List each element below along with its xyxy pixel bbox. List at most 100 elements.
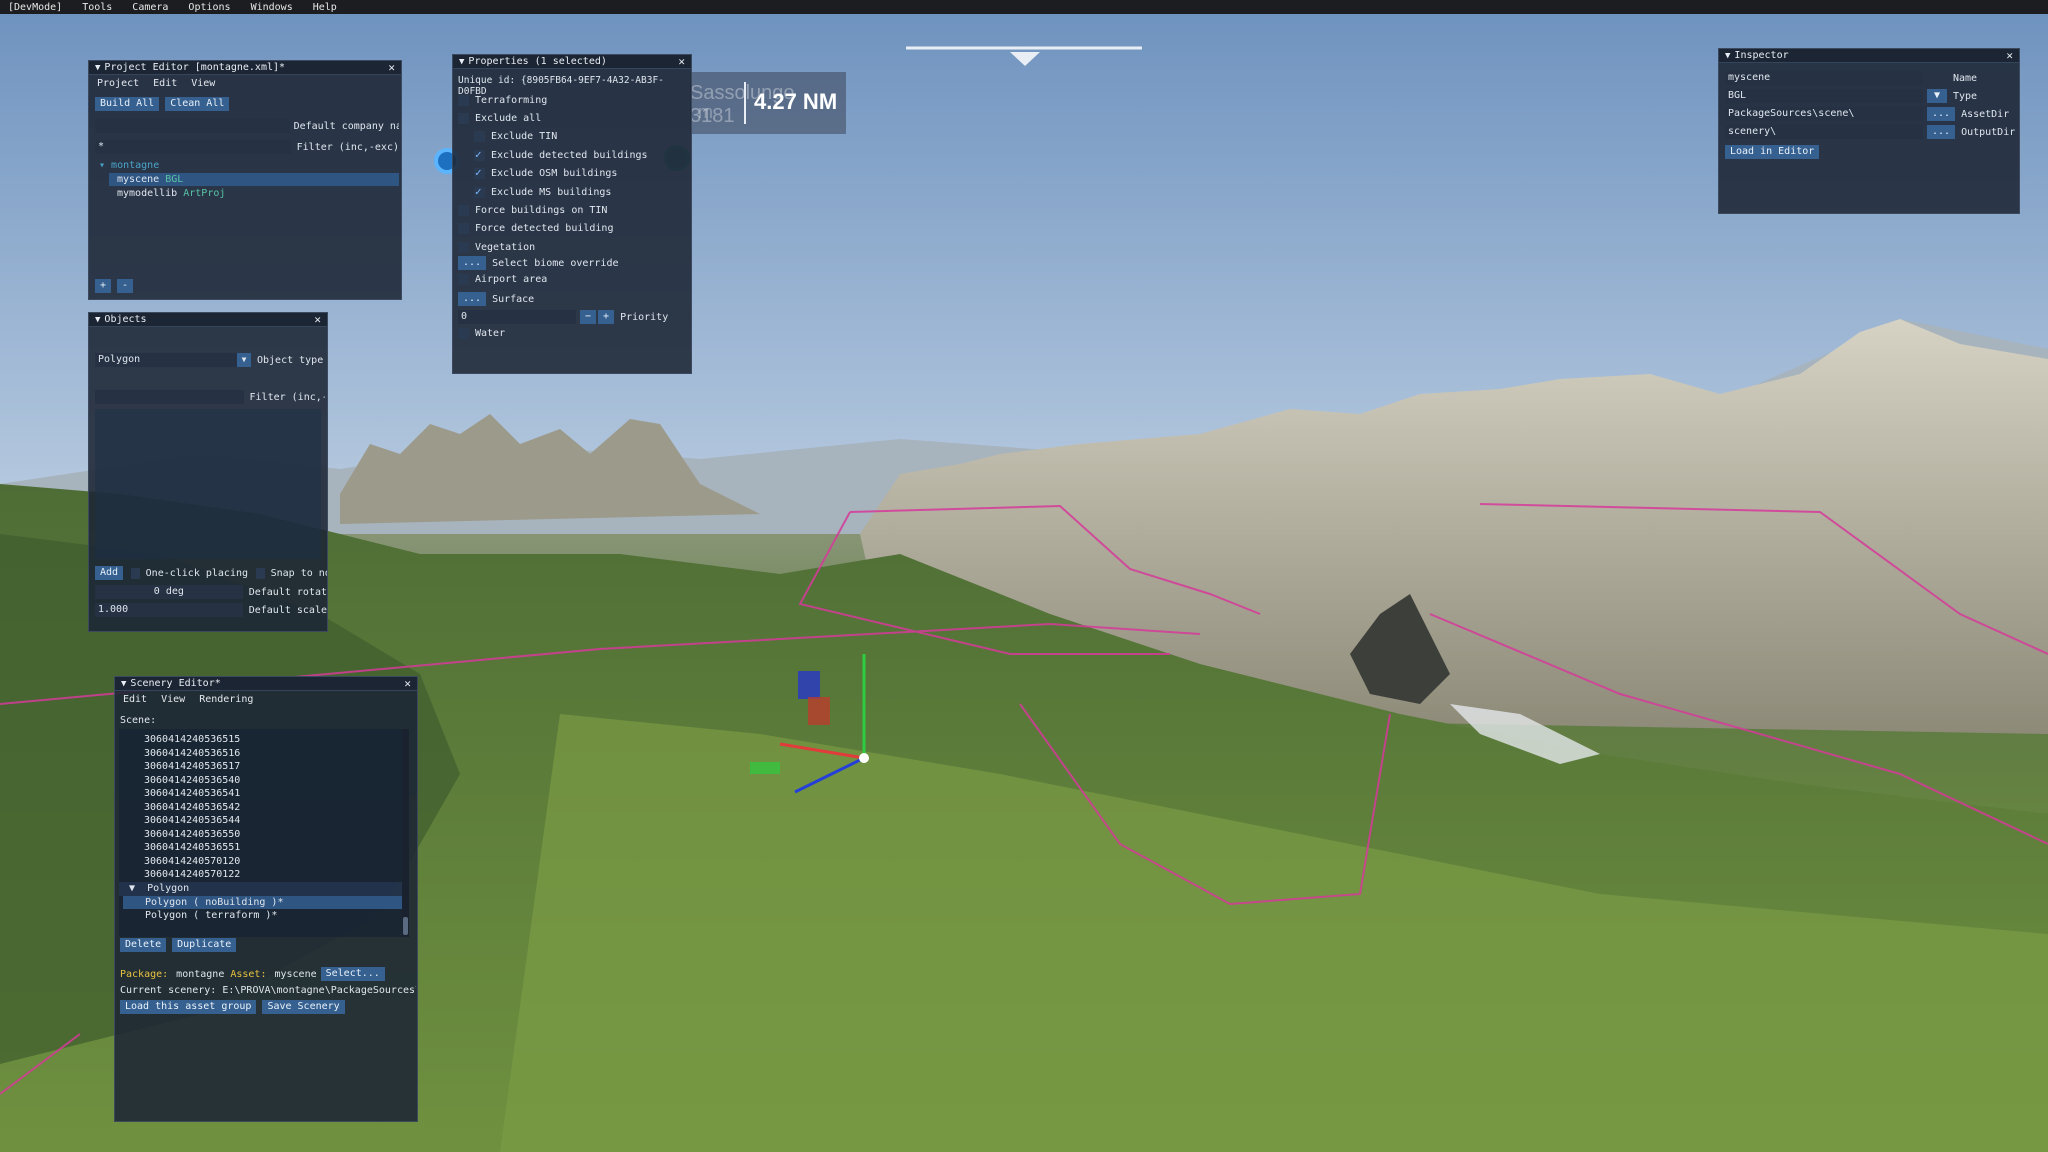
priority-increment-button[interactable]: + — [598, 310, 615, 324]
scene-list-item[interactable]: 3060414240570122 — [144, 868, 409, 882]
close-icon[interactable]: ✕ — [404, 677, 411, 690]
priority-decrement-button[interactable]: − — [580, 310, 597, 324]
scene-list-item[interactable]: 3060414240536544 — [144, 814, 409, 828]
scenery-editor-titlebar[interactable]: ▼ Scenery Editor* ✕ — [115, 677, 417, 691]
property-option[interactable]: Force detected building — [458, 220, 686, 238]
scene-list-item[interactable]: 3060414240536516 — [144, 747, 409, 761]
one-click-checkbox[interactable] — [131, 567, 140, 579]
scene-list-item[interactable]: 3060414240536540 — [144, 774, 409, 788]
checkbox[interactable] — [458, 223, 469, 235]
tree-item-myscene[interactable]: myscene BGL — [109, 173, 399, 186]
collapse-icon[interactable]: ▼ — [1725, 51, 1730, 61]
water-checkbox[interactable] — [458, 328, 469, 339]
delete-button[interactable]: Delete — [120, 938, 167, 952]
menu-view[interactable]: View — [161, 694, 185, 705]
object-type-select[interactable]: Polygon ▼ — [95, 353, 251, 367]
company-input[interactable] — [95, 119, 290, 133]
load-asset-group-button[interactable]: Load this asset group — [120, 1000, 257, 1014]
close-icon[interactable]: ✕ — [2006, 49, 2013, 62]
checkbox[interactable] — [474, 166, 485, 180]
property-option[interactable]: Exclude MS buildings — [458, 183, 686, 201]
inspector-browse-button[interactable]: ... — [1927, 125, 1956, 139]
properties-titlebar[interactable]: ▼ Properties (1 selected) ✕ — [453, 55, 691, 69]
inspector-field[interactable]: scenery\ — [1725, 125, 1923, 139]
property-option[interactable]: Exclude OSM buildings — [458, 165, 686, 183]
menu-rendering[interactable]: Rendering — [199, 694, 253, 705]
collapse-icon[interactable]: ▼ — [121, 679, 126, 689]
inspector-browse-button[interactable]: ... — [1927, 107, 1956, 121]
project-filter-input[interactable]: * — [95, 140, 291, 154]
menu-options[interactable]: Options — [188, 2, 230, 13]
menu-windows[interactable]: Windows — [251, 2, 293, 13]
scene-list-item[interactable]: 3060414240536550 — [144, 828, 409, 842]
inspector-field[interactable]: PackageSources\scene\ — [1725, 107, 1923, 121]
property-option[interactable]: Force buildings on TIN — [458, 201, 686, 219]
checkbox[interactable] — [458, 241, 469, 253]
checkbox[interactable] — [458, 94, 469, 106]
checkbox[interactable] — [458, 205, 469, 217]
property-option[interactable]: Exclude TIN — [458, 128, 686, 146]
surface-select-button[interactable]: ... — [458, 292, 487, 306]
clean-all-button[interactable]: Clean All — [165, 97, 230, 111]
inspector-browse-button[interactable]: ▼ — [1927, 89, 1947, 103]
scene-item-nobuilding[interactable]: Polygon ( noBuilding )* — [123, 895, 409, 909]
chevron-down-icon[interactable]: ▼ — [237, 353, 251, 367]
duplicate-button[interactable]: Duplicate — [172, 938, 237, 952]
close-icon[interactable]: ✕ — [388, 61, 395, 74]
menu-help[interactable]: Help — [313, 2, 337, 13]
objects-titlebar[interactable]: ▼ Objects ✕ — [89, 313, 327, 327]
scene-list-item[interactable]: 3060414240570120 — [144, 855, 409, 869]
collapse-icon[interactable]: ▼ — [95, 63, 100, 73]
scene-list-item[interactable]: 3060414240536551 — [144, 841, 409, 855]
scene-scrollbar[interactable] — [402, 729, 409, 937]
project-editor-titlebar[interactable]: ▼ Project Editor [montagne.xml]* ✕ — [89, 61, 401, 75]
menu-view[interactable]: View — [191, 78, 215, 89]
close-icon[interactable]: ✕ — [678, 55, 685, 68]
add-item-button[interactable]: + — [95, 279, 112, 293]
scene-item-terraform[interactable]: Polygon ( terraform )* — [123, 909, 409, 922]
scene-list-item[interactable]: 3060414240536517 — [144, 760, 409, 774]
scene-list-item[interactable]: 3060414240536542 — [144, 801, 409, 815]
save-scenery-button[interactable]: Save Scenery — [262, 1000, 345, 1014]
object-list[interactable] — [95, 409, 321, 559]
checkbox[interactable] — [458, 113, 469, 125]
checkbox[interactable] — [474, 148, 485, 161]
remove-item-button[interactable]: - — [117, 279, 134, 293]
select-asset-button[interactable]: Select... — [320, 967, 385, 981]
menu-devmode[interactable]: [DevMode] — [8, 2, 62, 13]
menu-edit[interactable]: Edit — [153, 78, 177, 89]
checkbox[interactable] — [474, 131, 485, 143]
add-object-button[interactable]: Add — [95, 566, 124, 580]
inspector-field[interactable]: myscene — [1725, 71, 1923, 85]
menu-tools[interactable]: Tools — [82, 2, 112, 13]
airport-checkbox[interactable] — [458, 274, 469, 285]
tree-item-mymodellib[interactable]: mymodellib ArtProj — [109, 187, 399, 200]
tree-root[interactable]: ▾ montagne — [99, 160, 399, 171]
snap-checkbox[interactable] — [256, 567, 265, 579]
scene-tree[interactable]: 3060414240536515 3060414240536516 30604142… — [119, 729, 409, 937]
object-filter-input[interactable] — [95, 390, 244, 404]
menu-project[interactable]: Project — [97, 78, 139, 89]
scene-list-item[interactable]: 3060414240536541 — [144, 787, 409, 801]
scene-list-item[interactable]: 3060414240536515 — [144, 733, 409, 747]
close-icon[interactable]: ✕ — [314, 313, 321, 326]
collapse-icon[interactable]: ▼ — [95, 315, 100, 325]
inspector-field[interactable]: BGL — [1725, 89, 1923, 103]
scale-input[interactable]: 1.000 — [95, 603, 243, 617]
priority-input[interactable]: 0 — [458, 310, 576, 324]
property-option[interactable]: Exclude detected buildings — [458, 146, 686, 164]
rotation-input[interactable]: 0 deg — [95, 585, 243, 599]
property-option[interactable]: Terraforming — [458, 91, 686, 109]
inspector-titlebar[interactable]: ▼ Inspector ✕ — [1719, 49, 2019, 63]
build-all-button[interactable]: Build All — [95, 97, 160, 111]
collapse-icon[interactable]: ▼ — [459, 57, 464, 67]
menu-camera[interactable]: Camera — [132, 2, 168, 13]
checkbox[interactable] — [474, 185, 485, 198]
biome-select-button[interactable]: ... — [458, 256, 487, 270]
property-option[interactable]: Exclude all — [458, 109, 686, 127]
menu-edit[interactable]: Edit — [123, 694, 147, 705]
property-option[interactable]: Vegetation — [458, 238, 686, 256]
load-in-editor-button[interactable]: Load in Editor — [1725, 145, 1820, 159]
scene-group-polygon[interactable]: ▼ Polygon — [119, 881, 409, 896]
scrollbar-thumb[interactable] — [403, 917, 408, 935]
